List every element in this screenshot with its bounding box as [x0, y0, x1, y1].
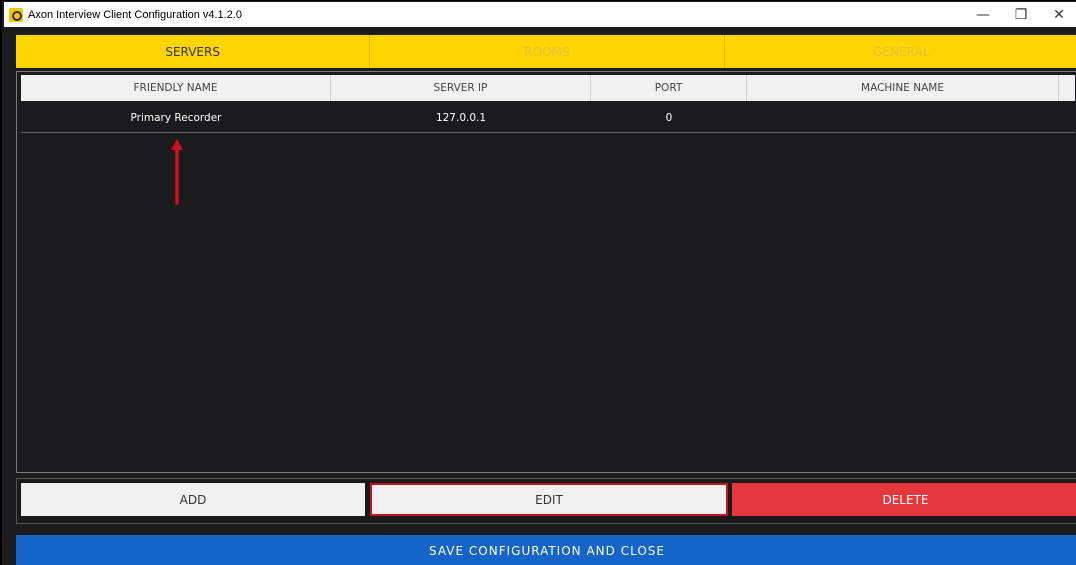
- restore-button[interactable]: ❐: [1002, 2, 1040, 27]
- minimize-button[interactable]: —: [964, 2, 1002, 27]
- edit-button[interactable]: EDIT: [370, 483, 728, 516]
- table-row[interactable]: Primary Recorder 127.0.0.1 0: [21, 103, 1075, 133]
- cell-friendly-name: Primary Recorder: [130, 111, 222, 124]
- annotation-arrow-icon: [171, 139, 183, 205]
- column-header-server-ip[interactable]: SERVER IP: [331, 75, 591, 101]
- app-window: Axon Interview Client Configuration v4.1…: [0, 0, 1076, 565]
- cell-server-ip: 127.0.0.1: [435, 111, 487, 124]
- column-header-machine-name[interactable]: MACHINE NAME: [747, 75, 1059, 101]
- tab-servers[interactable]: SERVERS: [16, 35, 371, 68]
- window-controls: — ❐ ✕: [964, 2, 1076, 27]
- servers-grid: FRIENDLY NAME SERVER IP PORT MACHINE NAM…: [16, 71, 1076, 473]
- column-header-port[interactable]: PORT: [591, 75, 747, 101]
- delete-button[interactable]: DELETE: [732, 483, 1076, 516]
- window-title: Axon Interview Client Configuration v4.1…: [28, 8, 243, 21]
- grid-header: FRIENDLY NAME SERVER IP PORT MACHINE NAM…: [21, 75, 1075, 101]
- title-bar: Axon Interview Client Configuration v4.1…: [4, 2, 1076, 27]
- header-spacer: [1059, 75, 1075, 101]
- action-bar: ADD EDIT DELETE: [16, 478, 1076, 524]
- tab-general[interactable]: GENERAL: [725, 35, 1076, 68]
- tab-bar: SERVERS ROOMS GENERAL: [16, 35, 1076, 68]
- add-button[interactable]: ADD: [21, 483, 365, 516]
- save-configuration-button[interactable]: SAVE CONFIGURATION AND CLOSE: [16, 535, 1076, 565]
- tab-rooms[interactable]: ROOMS: [370, 35, 725, 68]
- cell-port: 0: [665, 111, 673, 124]
- close-button[interactable]: ✕: [1040, 2, 1076, 27]
- app-logo-icon: [9, 7, 23, 22]
- column-header-friendly-name[interactable]: FRIENDLY NAME: [21, 75, 331, 101]
- cell-machine-name: [747, 103, 1059, 132]
